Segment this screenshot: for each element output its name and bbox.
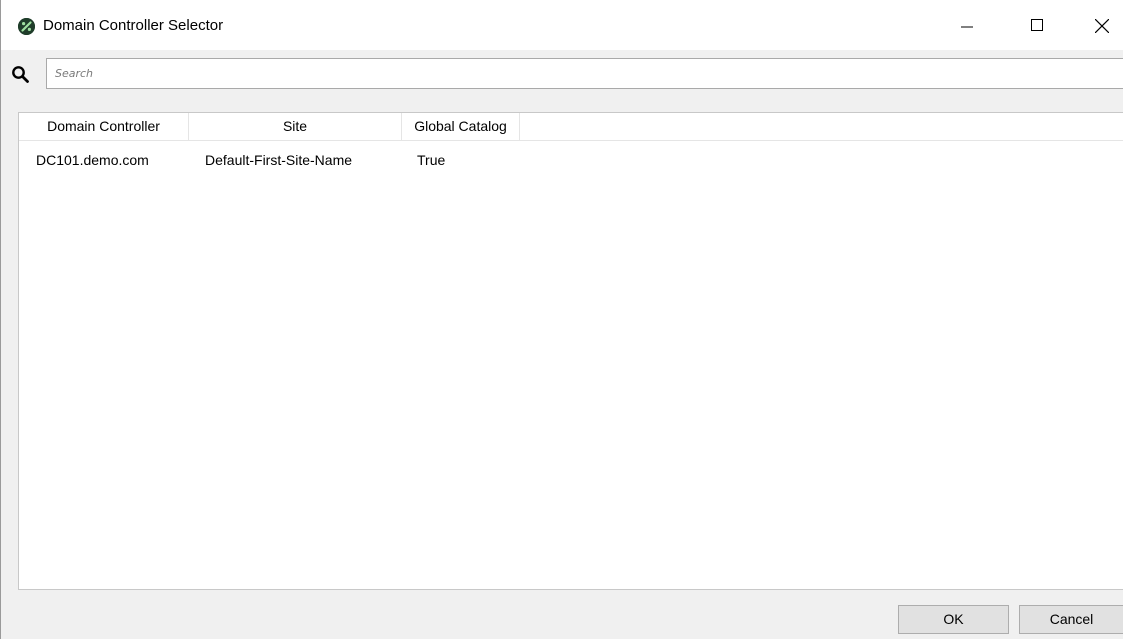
column-header-domain-controller[interactable]: Domain Controller — [19, 113, 189, 140]
dialog-window: Domain Controller Selector Search Domain… — [0, 0, 1123, 639]
close-icon — [1095, 19, 1109, 33]
minimize-button[interactable] — [944, 0, 990, 50]
cell-domain-controller: DC101.demo.com — [36, 152, 149, 168]
column-header-global-catalog[interactable]: Global Catalog — [402, 113, 520, 140]
search-input[interactable] — [46, 58, 1123, 89]
cell-site: Default-First-Site-Name — [205, 152, 353, 168]
cancel-button[interactable]: Cancel — [1019, 605, 1123, 634]
title-bar[interactable]: Domain Controller Selector — [1, 0, 1123, 50]
domain-controller-list[interactable]: Domain Controller Site Global Catalog DC… — [18, 112, 1123, 590]
column-header-site[interactable]: Site — [189, 113, 402, 140]
column-header-row: Domain Controller Site Global Catalog — [19, 113, 1123, 141]
ok-button[interactable]: OK — [898, 605, 1009, 634]
close-button[interactable] — [1078, 0, 1123, 50]
maximize-icon — [1031, 19, 1043, 31]
table-row[interactable]: DC101.demo.com Default-First-Site-Name T… — [19, 146, 1123, 174]
app-logo-icon — [18, 18, 35, 35]
cell-global-catalog: True — [417, 152, 446, 168]
maximize-button[interactable] — [1014, 0, 1060, 50]
window-title: Domain Controller Selector — [43, 17, 224, 34]
minimize-icon — [961, 26, 973, 28]
search-bar — [1, 50, 1123, 106]
search-icon — [11, 65, 31, 85]
